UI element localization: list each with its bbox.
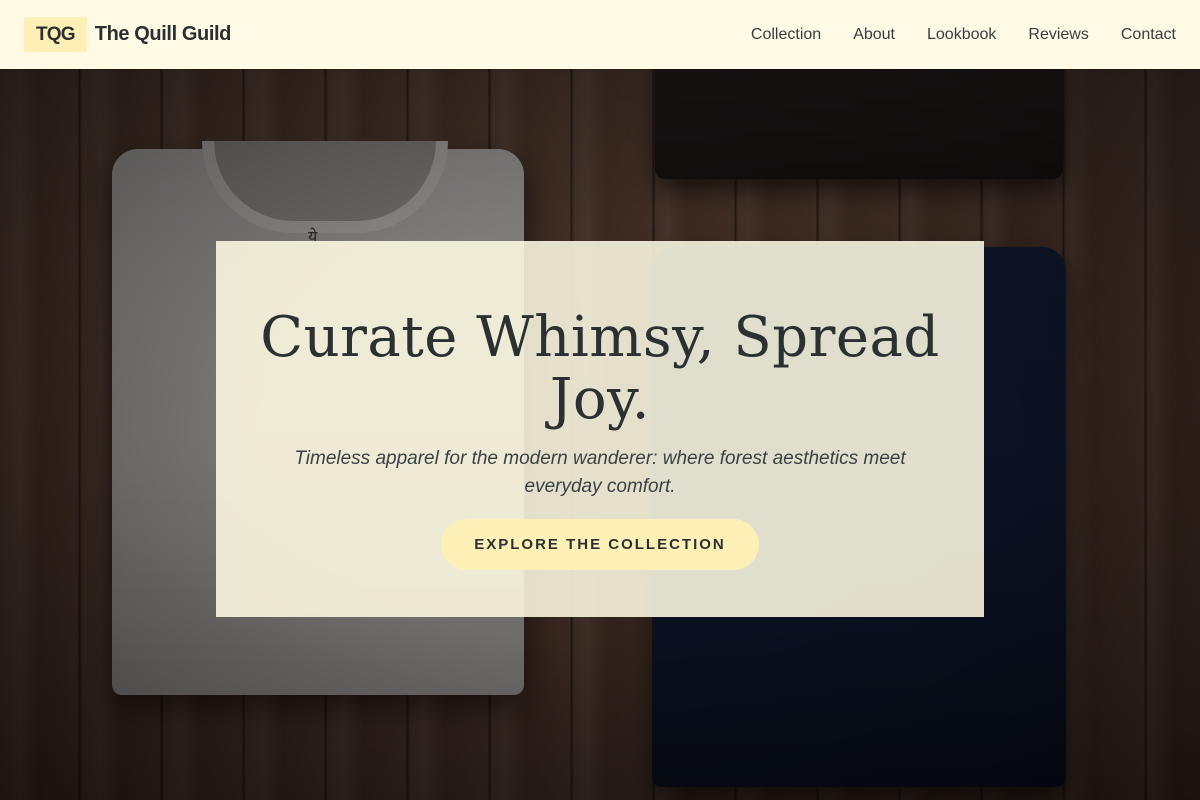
main-nav: Collection About Lookbook Reviews Contac… (719, 26, 1176, 44)
brand[interactable]: TQG The Quill Guild (24, 17, 231, 52)
site-header: TQG The Quill Guild Collection About Loo… (0, 0, 1200, 69)
hero-title: Curate Whimsy, Spread Joy. (260, 305, 940, 432)
nav-link-about[interactable]: About (853, 26, 895, 44)
logo-mark[interactable]: TQG (24, 17, 87, 52)
nav-link-contact[interactable]: Contact (1121, 26, 1176, 44)
nav-link-collection[interactable]: Collection (751, 26, 821, 44)
nav-link-reviews[interactable]: Reviews (1028, 26, 1088, 44)
explore-collection-button[interactable]: EXPLORE THE COLLECTION (441, 519, 759, 570)
nav-link-lookbook[interactable]: Lookbook (927, 26, 996, 44)
hero-card: Curate Whimsy, Spread Joy. Timeless appa… (216, 241, 984, 617)
hero-subtitle: Timeless apparel for the modern wanderer… (294, 448, 906, 497)
hero-section: ये Curate Whimsy, Spread Joy. Timeless a… (0, 69, 1200, 800)
brand-name[interactable]: The Quill Guild (95, 23, 232, 46)
